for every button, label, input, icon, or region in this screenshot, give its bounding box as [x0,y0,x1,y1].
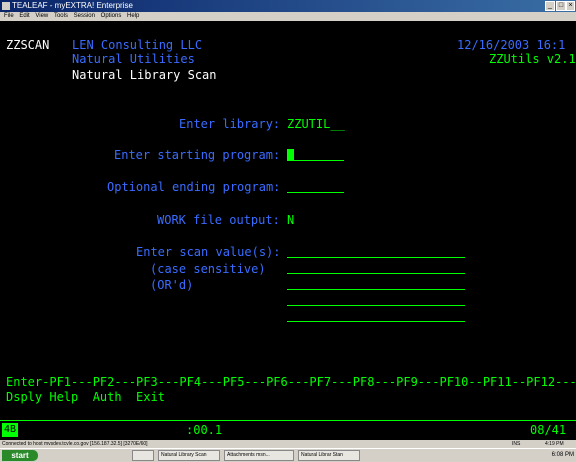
scan-value-field-4[interactable] [287,305,465,306]
library-field[interactable]: ZZUTIL__ [287,117,345,131]
pf-keys-line: Enter-PF1---PF2---PF3---PF4---PF5---PF6-… [6,375,576,389]
end-program-label: Optional ending program: [107,180,281,194]
case-sensitive-note: (case sensitive) [150,262,266,276]
library-label: Enter library: [179,117,281,131]
cursor-position: 08/41 [530,423,567,437]
menu-bar: File Edit View Tools Session Options Hel… [0,12,576,21]
scan-value-label: Enter scan value(s): [136,245,281,259]
pf-keys-labels: Dsply Help Auth Exit [6,390,165,404]
task-button-3[interactable]: Attachments msn... [224,450,294,461]
task-button-2[interactable]: Natural Library Scan [158,450,220,461]
session-time: 4:19 PM [545,441,564,447]
close-button[interactable]: × [566,1,575,11]
task-button-1[interactable] [132,450,154,461]
scan-value-field-2[interactable] [287,273,465,274]
taskbar-clock: 6:08 PM [551,452,574,458]
ord-note: (OR'd) [150,278,194,292]
menu-tools[interactable]: Tools [54,13,68,19]
menu-view[interactable]: View [35,13,48,19]
start-program-field[interactable] [287,160,344,161]
window-title-bar: TEALEAF - myEXTRA! Enterprise _ □ × [0,0,576,12]
menu-help[interactable]: Help [127,13,139,19]
menu-edit[interactable]: Edit [19,13,29,19]
subtitle: Natural Utilities [72,52,195,66]
work-file-field[interactable]: N [287,213,294,227]
task-button-4[interactable]: Natural Librar Stan [298,450,360,461]
terminal-screen: ZZSCAN LEN Consulting LLC 12/16/2003 16:… [0,21,576,420]
text-cursor [287,149,294,160]
app-icon [2,2,10,10]
connection-text: Connected to host mvsdev.tcvle.co.gov [1… [2,441,148,447]
menu-file[interactable]: File [4,13,14,19]
minimize-button[interactable]: _ [545,1,555,11]
version: ZZUtils v2.1 [489,52,576,66]
date-time: 12/16/2003 16:1 [457,38,566,52]
maximize-button[interactable]: □ [556,1,566,11]
screen-title: Natural Library Scan [72,68,217,82]
insert-mode: INS [512,441,521,447]
session-indicator: 4B [2,423,19,437]
window-title: TEALEAF - myEXTRA! Enterprise [12,1,133,10]
connection-status-bar: Connected to host mvsdev.tcvle.co.gov [1… [0,440,576,448]
elapsed-time: :00.1 [186,423,223,437]
terminal-status-bar: 4B :00.1 08/41 [0,420,576,441]
start-button[interactable]: start [2,450,38,461]
menu-options[interactable]: Options [101,13,122,19]
end-program-field[interactable] [287,192,344,193]
taskbar: start Natural Library Scan Attachments m… [0,448,576,462]
menu-session[interactable]: Session [74,13,95,19]
scan-value-field-1[interactable] [287,257,465,258]
start-program-label: Enter starting program: [114,148,281,162]
program-id: ZZSCAN [6,38,50,52]
company-name: LEN Consulting LLC [72,38,203,52]
scan-value-field-5[interactable] [287,321,465,322]
work-file-label: WORK file output: [157,213,280,227]
scan-value-field-3[interactable] [287,289,465,290]
